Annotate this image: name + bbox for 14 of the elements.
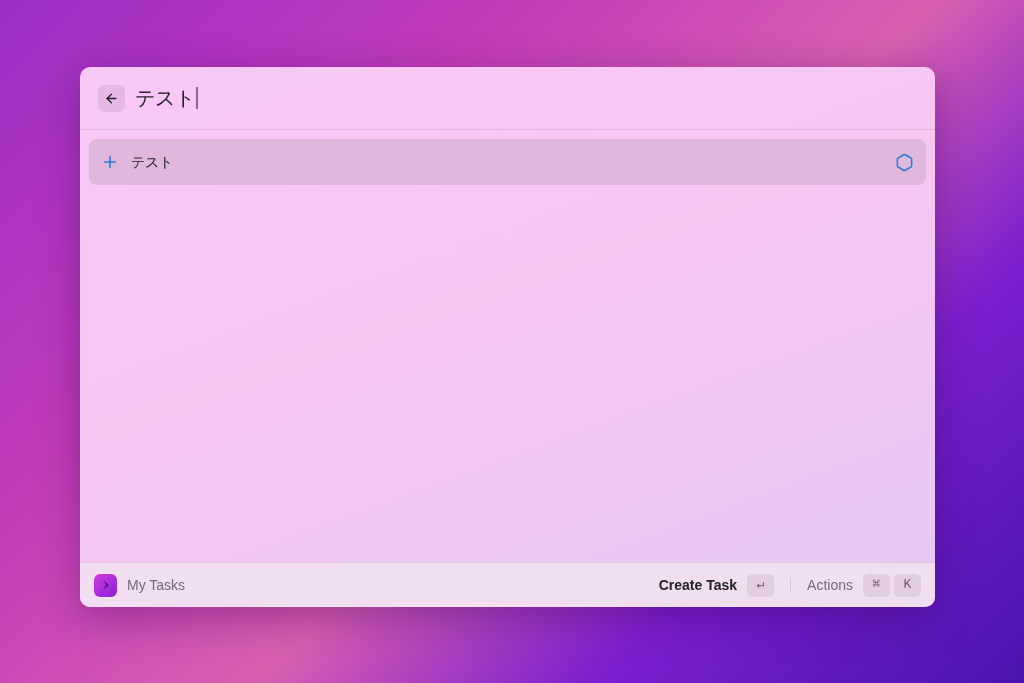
result-row[interactable]: テスト — [89, 139, 926, 185]
hexagon-icon — [895, 152, 914, 172]
app-name: My Tasks — [127, 575, 187, 595]
shortcut-key: ⌘ — [863, 573, 890, 597]
text-cursor — [196, 87, 198, 109]
shortcut-key: K — [894, 573, 921, 597]
plus-icon — [101, 153, 119, 171]
shortcut-key: ↵ — [747, 573, 775, 597]
search-field[interactable]: テスト — [135, 83, 198, 113]
back-button[interactable] — [98, 84, 125, 112]
actions-button[interactable]: Actions — [807, 574, 853, 596]
app-icon — [94, 573, 117, 597]
create-task-button[interactable]: Create Task — [658, 574, 738, 596]
result-label: テスト — [131, 152, 174, 172]
